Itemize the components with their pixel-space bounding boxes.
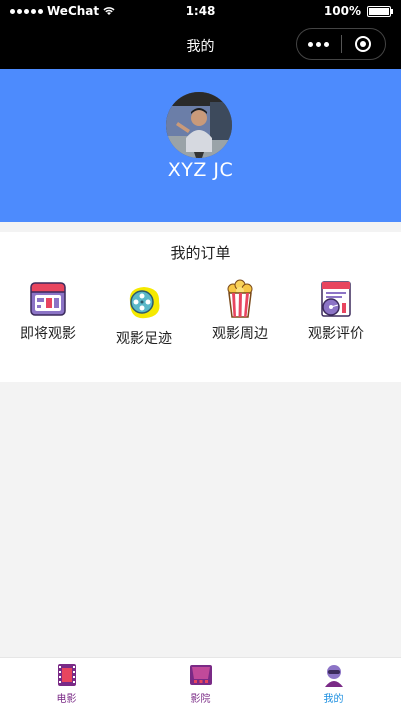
tab-label: 电影 xyxy=(56,694,77,705)
tab-mine[interactable]: 我的 xyxy=(267,662,400,705)
order-item-label: 观影评价 xyxy=(308,326,364,342)
profile-header: XYZ JC xyxy=(0,69,401,222)
close-target-icon xyxy=(355,36,372,52)
battery-percent: 100% xyxy=(323,4,361,18)
orders-title: 我的订单 xyxy=(170,244,231,262)
film-reel-icon xyxy=(129,287,160,319)
avatar-photo-icon xyxy=(166,92,232,158)
miniprogram-capsule xyxy=(296,28,386,60)
cinema-icon xyxy=(189,665,212,685)
ticket-icon xyxy=(30,282,66,316)
user-name: XYZ JC xyxy=(167,159,234,181)
top-bar: WeChat 1:48 100% 我的 xyxy=(0,0,401,69)
order-item-label: 观影足迹 xyxy=(116,331,172,347)
film-icon xyxy=(57,664,76,686)
battery-icon xyxy=(367,5,393,17)
order-item-history[interactable]: 观影足迹 xyxy=(96,282,192,348)
profile-icon xyxy=(324,665,343,687)
order-item-label: 即将观影 xyxy=(20,326,76,342)
status-bar: WeChat 1:48 100% xyxy=(0,0,401,22)
order-item-merch[interactable]: 观影周边 xyxy=(192,277,288,343)
avatar[interactable] xyxy=(166,92,232,158)
tab-label: 影院 xyxy=(190,694,211,705)
more-dots-icon xyxy=(308,41,314,47)
review-icon xyxy=(321,281,351,317)
more-menu-button[interactable] xyxy=(297,41,341,47)
order-item-upcoming[interactable]: 即将观影 xyxy=(0,277,96,343)
tab-label: 我的 xyxy=(323,694,344,705)
orders-section: 我的订单 即将观影 观影足迹 观影周边 观影评价 xyxy=(0,232,401,382)
bottom-tab-bar: 电影 影院 我的 xyxy=(0,657,401,707)
popcorn-icon xyxy=(227,279,253,318)
close-miniprogram-button[interactable] xyxy=(341,36,385,52)
order-item-label: 观影周边 xyxy=(212,326,268,342)
tab-movies[interactable]: 电影 xyxy=(0,662,133,705)
order-item-review[interactable]: 观影评价 xyxy=(288,277,384,343)
tab-cinemas[interactable]: 影院 xyxy=(134,662,267,705)
